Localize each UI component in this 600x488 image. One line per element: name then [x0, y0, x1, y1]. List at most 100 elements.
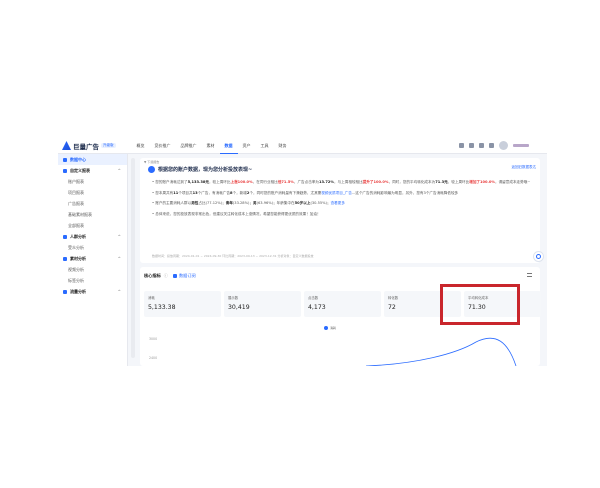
sidebar-item[interactable]: 受众分析	[58, 242, 127, 253]
metric-value: 72	[388, 304, 396, 311]
checkbox-icon	[172, 274, 177, 278]
sidebar-group[interactable]: 素材分析 ^	[58, 253, 127, 264]
metric-label: 转化数	[388, 296, 399, 300]
chevron-up-icon[interactable]: ^	[118, 289, 121, 294]
download-icon[interactable]	[489, 143, 494, 148]
data-subscribe-label: 数据订阅	[178, 273, 196, 278]
metric-label: 展示数	[228, 296, 239, 300]
sidebar-label: 数据中心	[70, 156, 86, 162]
notice-link[interactable]: 查看更多	[331, 201, 345, 205]
notice-text: 总体来说，您的投放表现非常出色，但建议关注转化成本上涨情况，希望您能获得更优质的…	[155, 211, 321, 216]
sidebar-group[interactable]: 人群分析 ^	[58, 231, 127, 242]
assistant-float-button[interactable]	[533, 251, 544, 262]
notice-footer: 数据时间：投放周期：2024-01-01 ~ 2024-09-30 环比周期：2…	[152, 254, 314, 258]
sidebar-label: 项目报表	[68, 189, 84, 195]
sidebar-label: 基础素材报表	[68, 211, 92, 217]
core-metrics-title: 核心指标	[144, 273, 161, 278]
account-info[interactable]	[513, 143, 539, 148]
sidebar-group[interactable]: 数据中心	[58, 154, 127, 165]
brand-badge: 升级版	[101, 143, 116, 148]
sidebar-item[interactable]: 全部报表	[58, 220, 127, 231]
notice-text: 13.72%	[319, 180, 334, 184]
notice-text: 增加了100.0%	[469, 180, 495, 184]
sidebar-item[interactable]: 基础素材报表	[58, 209, 127, 220]
notice-text: ，较上周环比	[447, 180, 470, 184]
sidebar-item[interactable]: 项目报表	[58, 187, 127, 198]
notice-text: 50岁以上	[294, 201, 311, 205]
nav-item[interactable]: 数据	[219, 138, 238, 154]
data-subscribe[interactable]: 数据订阅	[172, 273, 196, 279]
nav-item[interactable]: 品牌推广	[176, 138, 202, 154]
message-icon[interactable]	[479, 143, 484, 148]
logo[interactable]: 巨量广告 升级版	[62, 138, 116, 154]
notification-icon[interactable]	[469, 143, 474, 148]
nav-item[interactable]: 资产	[238, 138, 256, 154]
trend-line	[365, 337, 517, 366]
top-right-tools	[459, 141, 539, 150]
avatar[interactable]	[499, 141, 508, 150]
group-icon	[63, 289, 67, 294]
notice-text: ，请留意成本走势哦~	[495, 180, 531, 184]
nav-item[interactable]: 素材	[202, 138, 220, 154]
notice-text: 您本周共有	[155, 190, 174, 195]
metric-value: 5,133.38	[148, 304, 176, 311]
metric-card[interactable]: 点击数 4,173	[304, 291, 381, 317]
notice-text: 71.3元	[435, 180, 448, 184]
notice-text: ，较上周环比	[208, 180, 231, 184]
metric-card[interactable]: 消耗 5,133.38	[144, 291, 221, 317]
analysis-notice: ▼ 下载报告 根据您的账户数据，现为您分析投放表现~ 返回旧数据表达 • 您的账…	[140, 158, 540, 263]
notice-text: 提升了100.0%	[362, 180, 389, 184]
notice-text: 账户的主要消耗人群以	[155, 201, 192, 205]
notice-bullet: • 账户的主要消耗人群以男性占比(77.12%)；青年(33.28%)；男(63…	[152, 201, 345, 205]
sidebar-item[interactable]: 账户报表	[58, 176, 127, 187]
chevron-up-icon[interactable]: ^	[118, 256, 121, 261]
notice-text: 您的账户消耗量有下滑趋势	[263, 190, 307, 195]
trend-chart	[365, 337, 517, 366]
sidebar-group[interactable]: 流量分析 ^	[58, 286, 127, 297]
sidebar-item[interactable]: 标签分析	[58, 275, 127, 286]
nav-item[interactable]: 概览	[132, 138, 150, 154]
nav-item[interactable]: 财务	[274, 138, 292, 154]
help-icon[interactable]: ⓘ	[164, 273, 168, 279]
metric-label: 点击数	[308, 296, 319, 300]
notice-text: ...这个广告的消耗影响最为明显，另外，您有3个广告消耗降低较多	[351, 190, 459, 195]
metric-card[interactable]: 展示数 30,419	[224, 291, 301, 317]
brand-logo-icon	[62, 141, 71, 150]
chart-legend[interactable]: 消耗	[324, 326, 336, 330]
settings-icon[interactable]	[527, 273, 532, 277]
notice-text: 上涨100.0%	[230, 180, 253, 184]
notice-text: 低71.5%	[277, 180, 294, 184]
group-icon	[63, 234, 67, 239]
sidebar-label: 人群分析	[70, 233, 86, 239]
sidebar-label: 账户报表	[68, 178, 84, 184]
feedback-link[interactable]: 返回旧数据表达	[512, 165, 537, 170]
chevron-up-icon[interactable]: ^	[118, 234, 121, 239]
notice-bullet: • 您的账户消耗达到了5,133.38元，较上周环比上涨100.0%，在同行业相…	[152, 180, 531, 184]
help-icon[interactable]	[459, 143, 464, 148]
group-icon	[63, 168, 67, 173]
assistant-icon	[536, 254, 541, 259]
sidebar-label: 全部报表	[68, 222, 84, 228]
notice-title: 根据您的账户数据，现为您分析投放表现~	[148, 166, 252, 173]
notice-text: ，同时，您的平均转化成本为	[388, 180, 436, 184]
notice-text: 青年	[225, 201, 233, 205]
notice-text: ，尤其需	[306, 190, 322, 195]
sidebar: 数据中心自定义报表 ^ 账户报表项目报表广告报表基础素材报表 全部报表人群分析 ^ 受众分…	[58, 154, 128, 366]
notice-text: 个广告，	[197, 190, 213, 195]
nav-item[interactable]: 工具	[256, 138, 274, 154]
sidebar-scrollbar[interactable]	[131, 158, 135, 358]
sidebar-label: 自定义报表	[70, 167, 90, 173]
notice-link[interactable]: 视频优质项目_广告	[321, 191, 352, 195]
notice-text: 占比(77.12%)；	[198, 201, 226, 205]
download-report-tag[interactable]: ▼ 下载报告	[144, 160, 159, 164]
sidebar-group[interactable]: 自定义报表 ^	[58, 165, 127, 176]
highlight-box	[440, 284, 520, 325]
sidebar-item[interactable]: 广告报表	[58, 198, 127, 209]
sidebar-label: 流量分析	[70, 288, 86, 294]
notice-text: ，与上周相较相比	[334, 180, 363, 184]
chevron-up-icon[interactable]: ^	[118, 168, 121, 173]
notice-text: 有消耗广告	[212, 190, 230, 195]
nav-item[interactable]: 竞价推广	[150, 138, 176, 154]
sidebar-item[interactable]: 视频分析	[58, 264, 127, 275]
notice-title-text: 根据您的账户数据，现为您分析投放表现~	[158, 167, 253, 173]
